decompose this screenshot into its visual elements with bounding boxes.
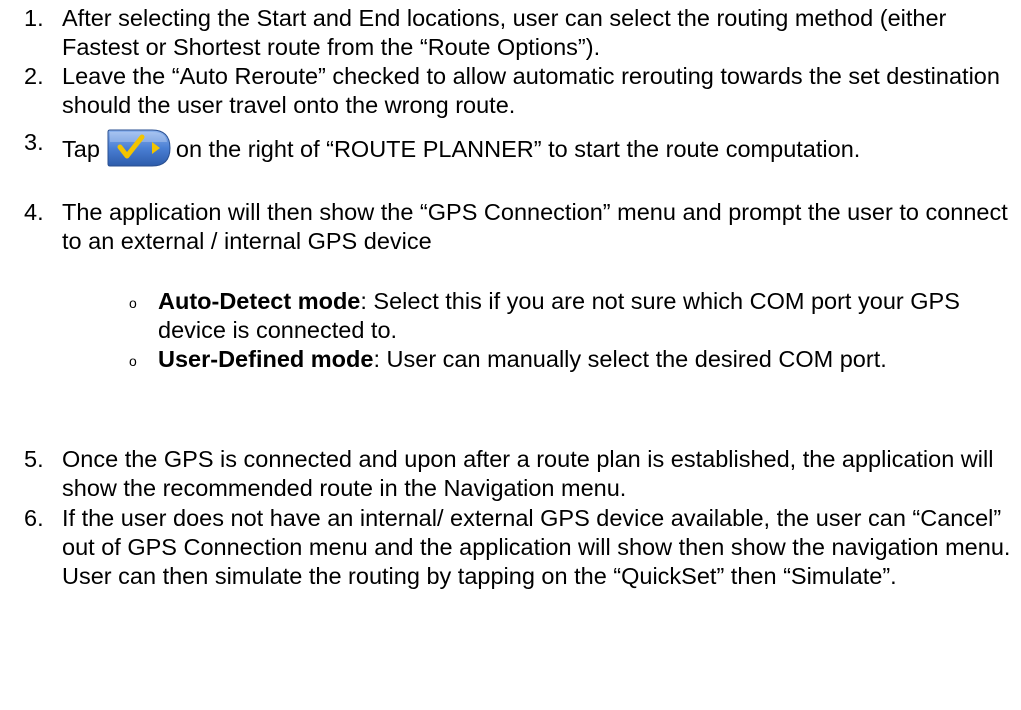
step-item: 3. Tap on the right of “ROUTE PLANNER” t…: [0, 128, 1012, 168]
step-text: The application will then show the “GPS …: [62, 199, 1008, 254]
mode-description: : User can manually select the desired C…: [373, 346, 887, 372]
step-item: 1. After selecting the Start and End loc…: [0, 4, 1012, 62]
step-item: 4. The application will then show the “G…: [0, 198, 1012, 256]
mode-item: o Auto-Detect mode: Select this if you a…: [0, 287, 1008, 345]
step-number: 1.: [24, 5, 44, 31]
bullet-icon: o: [129, 295, 137, 311]
step-item: 5. Once the GPS is connected and upon af…: [0, 445, 1012, 503]
document-page: 1. After selecting the Start and End loc…: [0, 0, 1021, 710]
step-number: 2.: [24, 63, 44, 89]
step-number: 4.: [24, 199, 44, 225]
step-text-after-icon: on the right of “ROUTE PLANNER” to start…: [175, 136, 861, 162]
step-item: 2. Leave the “Auto Reroute” checked to a…: [0, 62, 1012, 120]
step-text: If the user does not have an internal/ e…: [62, 505, 1011, 589]
step-number: 6.: [24, 505, 44, 531]
bullet-icon: o: [129, 353, 137, 369]
mode-name: User-Defined mode: [158, 346, 374, 372]
step-text: Leave the “Auto Reroute” checked to allo…: [62, 63, 1000, 118]
step-item: 6. If the user does not have an internal…: [0, 504, 1012, 591]
step-number: 5.: [24, 446, 44, 472]
mode-item: o User-Defined mode: User can manually s…: [0, 345, 1008, 374]
checkmark-arrow-button-icon: [106, 128, 172, 168]
step-text: After selecting the Start and End locati…: [62, 5, 947, 60]
mode-name: Auto-Detect mode: [158, 288, 361, 314]
step-text: Once the GPS is connected and upon after…: [62, 446, 994, 501]
step-text-before-icon: Tap: [62, 136, 100, 162]
step-number: 3.: [24, 129, 44, 155]
